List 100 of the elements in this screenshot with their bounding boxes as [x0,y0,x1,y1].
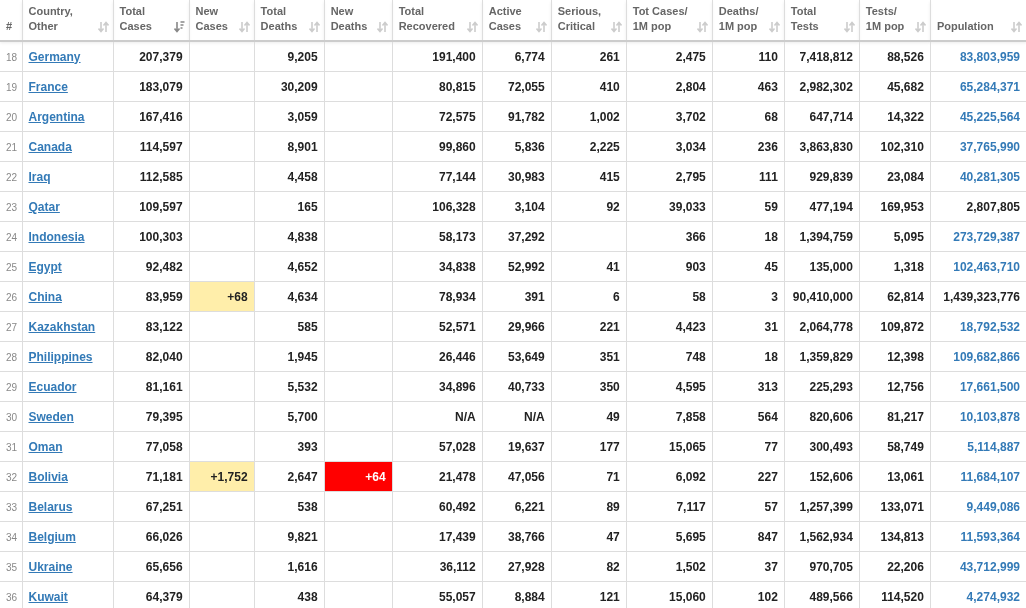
sort-icon[interactable] [843,21,855,33]
column-header[interactable]: Active Cases [482,0,552,41]
table-cell: 27,928 [508,559,545,574]
column-header[interactable]: Tot Cases/ 1M pop [626,0,713,41]
column-header[interactable]: Tests/ 1M pop [859,0,931,41]
population-link[interactable]: 37,765,990 [959,139,1020,154]
population-link[interactable]: 5,114,887 [967,439,1020,454]
country-link[interactable]: Belarus [28,499,73,514]
table-cell: 393 [297,439,318,454]
table-cell: 1,616 [287,559,318,574]
country-link[interactable]: Ukraine [28,559,73,574]
table-cell: 58,749 [887,439,924,454]
table-cell: 37 [764,559,778,574]
country-link[interactable]: Kazakhstan [28,319,96,334]
column-header[interactable]: Total Cases [113,0,190,41]
population-link[interactable]: 273,729,387 [953,229,1020,244]
column-header[interactable]: New Cases [189,0,255,41]
table-cell: 2,795 [675,169,706,184]
table-cell: 67,251 [145,499,183,514]
table-cell: 64,379 [145,589,183,604]
table-cell: 81,161 [145,379,183,394]
column-header[interactable]: New Deaths [324,0,393,41]
population-link[interactable]: 83,803,959 [959,49,1020,64]
row-number: 27 [6,321,18,333]
sort-icon[interactable] [97,21,109,33]
country-link[interactable]: Sweden [28,409,74,424]
column-header[interactable]: Deaths/ 1M pop [712,0,785,41]
sort-icon[interactable] [173,21,185,33]
sort-icon[interactable] [696,21,708,33]
country-link[interactable]: France [28,79,68,94]
table-cell: 183,079 [139,79,183,94]
population-link[interactable]: 18,792,532 [959,319,1020,334]
country-link[interactable]: Indonesia [28,229,85,244]
column-header[interactable]: Total Recovered [392,0,483,41]
column-header[interactable]: Population [930,0,1026,41]
table-cell: 564 [757,409,778,424]
table-cell: 4,838 [287,229,318,244]
row-number: 30 [6,411,18,423]
sort-icon[interactable] [914,21,926,33]
table-cell: 38,766 [508,529,545,544]
table-cell: 59 [764,199,778,214]
table-cell: 79,395 [145,409,183,424]
table-cell: 1,562,934 [799,529,853,544]
table-cell: 225,293 [809,379,853,394]
country-link[interactable]: Bolivia [28,469,68,484]
column-header[interactable]: Total Deaths [254,0,325,41]
country-link[interactable]: Ecuador [28,379,77,394]
population-link[interactable]: 109,682,866 [953,349,1020,364]
table-cell: 647,714 [809,109,853,124]
table-cell: 2,804 [675,79,706,94]
country-link[interactable]: Canada [28,139,72,154]
population-link[interactable]: 10,103,878 [959,409,1020,424]
population-link[interactable]: 9,449,086 [966,499,1020,514]
country-link[interactable]: Germany [28,49,81,64]
sort-icon[interactable] [308,21,320,33]
sort-icon[interactable] [1011,21,1022,33]
table-cell: 438 [297,589,318,604]
table-cell: 6,092 [675,469,706,484]
population-link[interactable]: 65,284,371 [959,79,1020,94]
sort-icon[interactable] [238,21,250,33]
population-link[interactable]: 17,661,500 [959,379,1020,394]
population-link[interactable]: 40,281,305 [959,169,1020,184]
country-link[interactable]: Iraq [28,169,51,184]
sort-icon[interactable] [535,21,547,33]
table-cell: 52,992 [508,259,545,274]
table-cell: 83,122 [145,319,183,334]
table-cell: 261 [599,49,620,64]
country-link[interactable]: Kuwait [28,589,68,604]
table-cell: 110 [758,49,778,64]
table-cell: 300,493 [809,439,853,454]
country-link[interactable]: China [28,289,62,304]
population-link[interactable]: 43,712,999 [959,559,1020,574]
population-link[interactable]: 4,274,932 [966,589,1020,604]
row-number: 34 [6,531,18,543]
sort-icon[interactable] [610,21,622,33]
country-link[interactable]: Qatar [28,199,60,214]
table-cell: 49 [606,409,620,424]
table-cell: 8,901 [287,139,318,154]
column-header[interactable]: Serious, Critical [551,0,627,41]
population-link[interactable]: 11,684,107 [960,469,1020,484]
sort-icon[interactable] [466,21,478,33]
column-header[interactable]: Total Tests [784,0,860,41]
sort-icon[interactable] [376,21,388,33]
table-cell: 72,055 [508,79,545,94]
sort-icon[interactable] [768,21,780,33]
population-link[interactable]: 45,225,564 [959,109,1020,124]
country-link[interactable]: Oman [28,439,63,454]
table-cell: 55,057 [439,589,476,604]
country-link[interactable]: Egypt [28,259,62,274]
table-cell: 1,502 [675,559,706,574]
country-link[interactable]: Argentina [28,109,85,124]
column-header[interactable]: Country, Other [22,0,114,41]
population-link[interactable]: 11,593,364 [960,529,1020,544]
country-link[interactable]: Belgium [28,529,76,544]
table-cell: 12,756 [887,379,924,394]
population-link[interactable]: 102,463,710 [953,259,1020,274]
table-cell: 5,532 [287,379,318,394]
table-cell: 31 [764,319,778,334]
country-link[interactable]: Philippines [28,349,93,364]
table-cell: 4,458 [287,169,318,184]
